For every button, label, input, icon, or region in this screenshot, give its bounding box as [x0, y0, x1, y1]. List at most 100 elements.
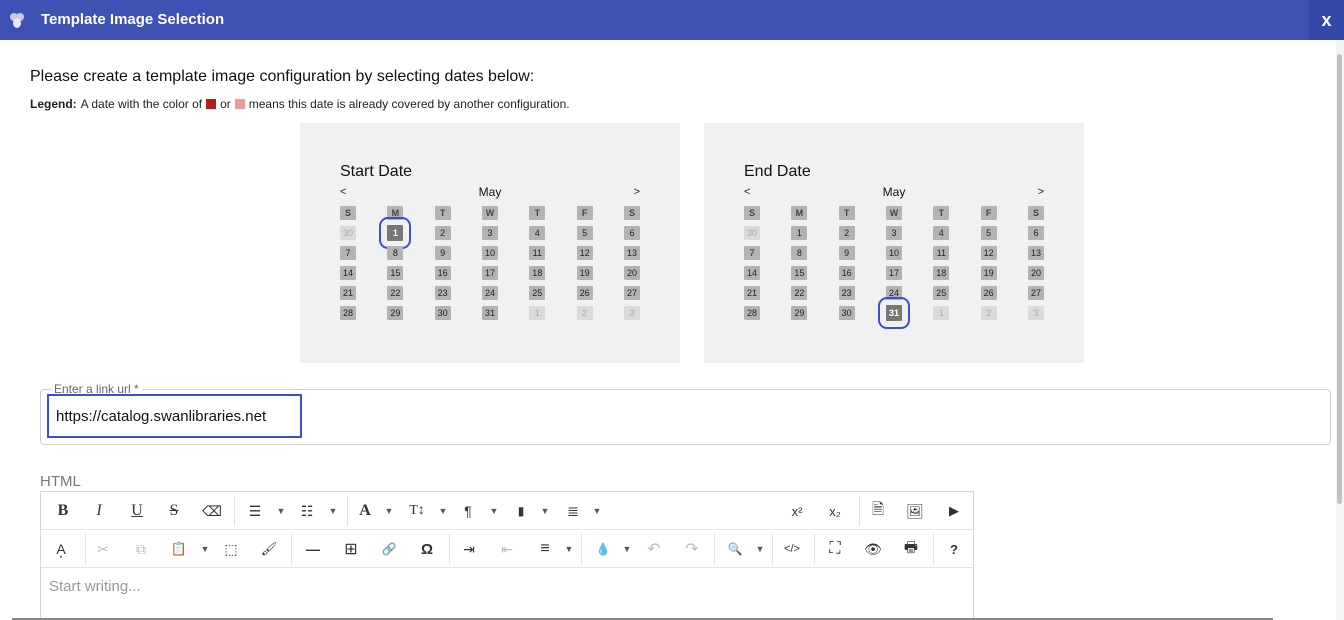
date-cell[interactable]: 28: [340, 306, 356, 320]
date-cell[interactable]: 26: [576, 286, 593, 300]
date-cell[interactable]: 7: [744, 246, 760, 260]
date-cell[interactable]: 21: [744, 286, 760, 300]
date-cell[interactable]: 10: [885, 246, 902, 260]
outdent-icon[interactable]: ⇤: [497, 539, 517, 559]
classes-icon[interactable]: ▮: [511, 501, 531, 521]
date-cell[interactable]: 9: [838, 246, 855, 260]
superscript-icon[interactable]: x²: [787, 501, 807, 521]
date-cell[interactable]: 16: [434, 266, 451, 280]
search-icon[interactable]: 🔍: [725, 539, 745, 559]
spellcheck-icon[interactable]: A͙: [51, 539, 71, 559]
font-icon[interactable]: A: [355, 501, 375, 521]
video-icon[interactable]: ▶: [944, 501, 964, 521]
scrollbar-thumb[interactable]: [1337, 54, 1342, 504]
editor-body-placeholder[interactable]: Start writing...: [49, 578, 141, 595]
date-cell[interactable]: 3: [885, 226, 902, 240]
date-cell[interactable]: 15: [791, 266, 808, 280]
date-cell[interactable]: 1: [933, 306, 950, 320]
chevron-down-icon[interactable]: ▼: [484, 501, 504, 521]
date-cell[interactable]: 20: [623, 266, 640, 280]
prev-month-button[interactable]: <: [340, 186, 346, 198]
date-cell[interactable]: 26: [980, 286, 997, 300]
date-cell[interactable]: 13: [1027, 246, 1044, 260]
date-cell[interactable]: 7: [340, 246, 356, 260]
date-cell[interactable]: 10: [481, 246, 498, 260]
chevron-down-icon[interactable]: ▼: [379, 501, 399, 521]
chevron-down-icon[interactable]: ▼: [271, 501, 291, 521]
strikethrough-button[interactable]: S: [164, 501, 184, 521]
date-cell[interactable]: 6: [1027, 226, 1044, 240]
date-cell[interactable]: 8: [387, 246, 404, 260]
date-cell[interactable]: 14: [340, 266, 356, 280]
help-icon[interactable]: ?: [944, 539, 964, 559]
date-cell[interactable]: 30: [744, 226, 760, 240]
preview-icon[interactable]: 👁: [863, 539, 883, 559]
align-icon[interactable]: ≡: [535, 539, 555, 559]
font-size-icon[interactable]: T↕: [407, 501, 427, 521]
table-icon[interactable]: ⊞: [341, 539, 361, 559]
date-cell[interactable]: 25: [529, 286, 546, 300]
chevron-down-icon[interactable]: ▼: [195, 539, 215, 559]
link-icon[interactable]: 🔗: [379, 539, 399, 559]
next-month-button[interactable]: >: [634, 186, 640, 198]
chevron-down-icon[interactable]: ▼: [559, 539, 579, 559]
date-cell[interactable]: 30: [838, 306, 855, 320]
date-cell[interactable]: 2: [838, 226, 855, 240]
date-cell[interactable]: 4: [933, 226, 950, 240]
horizontal-line-icon[interactable]: —: [303, 539, 323, 559]
subscript-icon[interactable]: x₂: [825, 501, 845, 521]
date-cell[interactable]: 3: [481, 226, 498, 240]
date-cell[interactable]: 5: [980, 226, 997, 240]
close-button[interactable]: x: [1309, 0, 1344, 40]
bold-button[interactable]: B: [53, 501, 73, 521]
date-cell[interactable]: 20: [1027, 266, 1044, 280]
paste-icon[interactable]: 📋: [169, 539, 189, 559]
date-cell[interactable]: 29: [791, 306, 808, 320]
numbered-list-icon[interactable]: ☷: [297, 501, 317, 521]
copy-icon[interactable]: ⧉: [131, 539, 151, 559]
date-cell[interactable]: 17: [885, 266, 902, 280]
date-cell[interactable]: 22: [387, 286, 404, 300]
date-cell[interactable]: 2: [576, 306, 593, 320]
date-cell[interactable]: 30: [340, 226, 356, 240]
chevron-down-icon[interactable]: ▼: [750, 539, 770, 559]
paragraph-icon[interactable]: ¶: [458, 501, 478, 521]
date-cell[interactable]: 5: [576, 226, 593, 240]
date-cell[interactable]: 30: [434, 306, 451, 320]
date-cell[interactable]: 14: [744, 266, 760, 280]
date-cell[interactable]: 9: [434, 246, 451, 260]
date-cell[interactable]: 11: [933, 246, 950, 260]
date-cell[interactable]: 28: [744, 306, 760, 320]
date-cell[interactable]: 27: [1027, 286, 1044, 300]
date-cell[interactable]: 18: [933, 266, 950, 280]
indent-icon[interactable]: ⇥: [459, 539, 479, 559]
undo-icon[interactable]: ↶: [644, 539, 664, 559]
copy-format-icon[interactable]: 🖌: [259, 539, 279, 559]
symbol-icon[interactable]: Ω: [417, 539, 437, 559]
date-cell[interactable]: 11: [529, 246, 546, 260]
color-icon[interactable]: 💧: [593, 539, 613, 559]
date-cell[interactable]: 12: [980, 246, 997, 260]
file-icon[interactable]: 🗎: [868, 501, 888, 521]
date-cell[interactable]: 2: [980, 306, 997, 320]
date-cell[interactable]: 15: [387, 266, 404, 280]
underline-button[interactable]: U: [127, 501, 147, 521]
date-cell[interactable]: 19: [980, 266, 997, 280]
date-cell[interactable]: 29: [387, 306, 404, 320]
date-cell[interactable]: 19: [576, 266, 593, 280]
date-cell[interactable]: 1: [529, 306, 546, 320]
line-height-icon[interactable]: ≣: [563, 501, 583, 521]
next-month-button[interactable]: >: [1038, 186, 1044, 198]
italic-button[interactable]: I: [89, 501, 109, 521]
chevron-down-icon[interactable]: ▼: [433, 501, 453, 521]
chevron-down-icon[interactable]: ▼: [617, 539, 637, 559]
chevron-down-icon[interactable]: ▼: [535, 501, 555, 521]
date-cell[interactable]: 23: [838, 286, 855, 300]
date-cell[interactable]: 31: [481, 306, 498, 320]
date-cell[interactable]: 1: [791, 226, 808, 240]
date-cell[interactable]: 25: [933, 286, 950, 300]
selected-date-cell[interactable]: 1: [379, 217, 412, 249]
date-cell[interactable]: 12: [576, 246, 593, 260]
date-cell[interactable]: 3: [1027, 306, 1044, 320]
eraser-icon[interactable]: ⌫: [202, 501, 222, 521]
